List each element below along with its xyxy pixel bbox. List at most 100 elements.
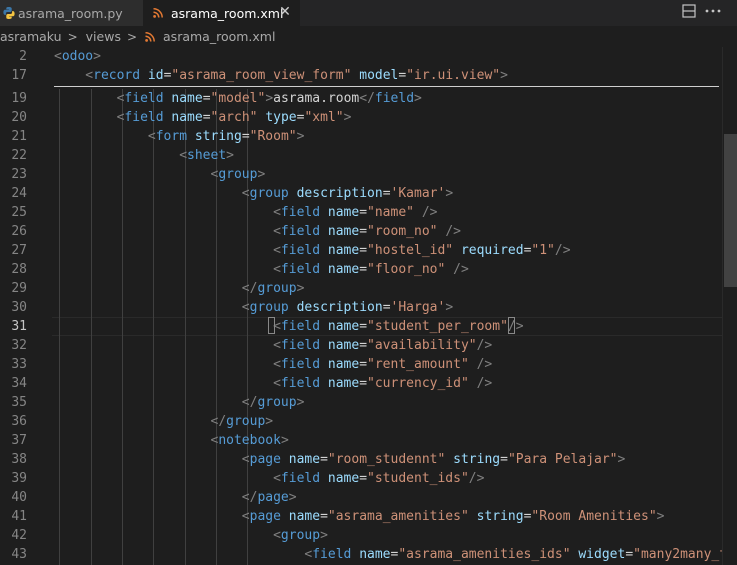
code-token: field: [280, 319, 321, 334]
code-line[interactable]: 42 <group>: [0, 526, 737, 545]
code-token: name: [327, 471, 360, 486]
tab-asrama-room-xml[interactable]: asrama_room.xml ✕: [143, 0, 300, 26]
code-token: <: [273, 224, 281, 239]
breadcrumb: asramaku > views > asrama_room.xml: [0, 26, 737, 47]
code-line[interactable]: 40 </page>: [0, 488, 737, 507]
code-line[interactable]: 33 <field name="rent_amount" />: [0, 355, 737, 374]
code-token: >: [500, 68, 508, 83]
code-token: name: [327, 224, 360, 239]
code-line[interactable]: 39 <field name="student_ids"/>: [0, 469, 737, 488]
code-line[interactable]: 41 <page name="asrama_amenities" string="…: [0, 507, 737, 526]
code-token: =: [320, 509, 328, 524]
code-token: =: [359, 319, 368, 334]
code-token: <: [241, 509, 250, 524]
code-line[interactable]: 35 </group>: [0, 393, 737, 412]
code-line[interactable]: 38 <page name="room_studennt" string="Par…: [0, 450, 737, 469]
code-line[interactable]: 32 <field name="availability"/>: [0, 336, 737, 355]
code-token: name: [327, 205, 360, 220]
code-token: >: [257, 167, 266, 182]
code-line[interactable]: 24 <group description='Kamar'>: [0, 184, 737, 203]
code-token: />: [476, 357, 493, 372]
code-line[interactable]: 34 <field name="currency_id" />: [0, 374, 737, 393]
code-line[interactable]: 30 <group description='Harga'>: [0, 298, 737, 317]
split-editor-icon[interactable]: [678, 0, 700, 22]
code-token: asrama.room: [273, 91, 360, 106]
breadcrumb-separator: >: [126, 29, 138, 44]
line-number: 38: [11, 452, 27, 467]
code-token: field: [124, 110, 164, 125]
code-text: <page name="asrama_amenities" string="Ro…: [242, 507, 665, 526]
code-token: <: [273, 471, 281, 486]
code-token: "name": [367, 205, 414, 220]
breadcrumb-file[interactable]: asrama_room.xml: [145, 29, 275, 44]
code-line[interactable]: 23 <group>: [0, 165, 737, 184]
code-token: group: [249, 300, 289, 315]
tab-asrama-room-py[interactable]: asrama_room.py: [0, 0, 143, 26]
tab-label: asrama_room.py: [18, 5, 123, 21]
code-token: =: [382, 186, 391, 201]
code-token: </: [241, 281, 258, 296]
code-token: field: [280, 357, 321, 372]
line-number: 25: [11, 205, 27, 220]
code-line[interactable]: 22 <sheet>: [0, 146, 737, 165]
code-token: description: [296, 300, 383, 315]
bracket-match-close: [508, 317, 515, 334]
breadcrumb-folder-asramaku[interactable]: asramaku: [0, 29, 62, 44]
code-text: <group>: [211, 165, 266, 184]
code-token: >: [265, 91, 274, 106]
code-token: =: [202, 91, 211, 106]
breadcrumb-folder-views[interactable]: views: [86, 29, 121, 44]
line-number: 41: [11, 509, 27, 524]
code-line[interactable]: 28 <field name="floor_no" />: [0, 260, 737, 279]
code-token: group: [280, 528, 321, 543]
code-token: />: [476, 338, 493, 353]
code-token: "room_no": [367, 224, 438, 239]
code-token: >: [414, 91, 422, 106]
more-actions-icon[interactable]: [702, 0, 724, 22]
code-line[interactable]: 31 <field name="student_per_room"/>: [0, 317, 737, 336]
code-token: type: [265, 110, 297, 125]
code-token: field: [280, 243, 321, 258]
code-token: >: [265, 414, 274, 429]
scrollbar-thumb[interactable]: [724, 134, 737, 287]
vertical-scrollbar[interactable]: [722, 47, 737, 565]
code-token: sheet: [187, 148, 227, 163]
code-token: group: [249, 186, 289, 201]
line-number: 19: [11, 91, 27, 106]
code-token: odoo: [61, 49, 94, 64]
code-line[interactable]: 21 <form string="Room">: [0, 127, 737, 146]
code-token: >: [445, 186, 454, 201]
code-token: <: [273, 357, 281, 372]
code-line[interactable]: 29 </group>: [0, 279, 737, 298]
code-line[interactable]: 25 <field name="name" />: [0, 203, 737, 222]
code-line[interactable]: 26 <field name="room_no" />: [0, 222, 737, 241]
code-line[interactable]: 19 <field name="model">asrama.room</field…: [0, 89, 737, 108]
code-line[interactable]: 17 <record id="asrama_room_view_form" mod…: [0, 66, 737, 85]
close-icon[interactable]: ✕: [278, 5, 292, 19]
code-token: "asrama_amenities_ids": [398, 547, 571, 562]
code-line[interactable]: 37 <notebook>: [0, 431, 737, 450]
code-token: >: [288, 490, 297, 505]
code-token: "model": [210, 91, 266, 106]
code-editor[interactable]: 2 <odoo> 17 <record id="asrama_room_view_fo…: [0, 47, 737, 565]
code-token: name: [327, 357, 360, 372]
code-token: <: [241, 300, 250, 315]
code-line[interactable]: 43 <field name="asrama_amenities_ids" wid…: [0, 545, 737, 564]
code-token: "asrama_amenities": [327, 509, 469, 524]
line-number: 37: [11, 433, 27, 448]
code-line[interactable]: 36 </group>: [0, 412, 737, 431]
line-number: 17: [11, 68, 27, 83]
code-line[interactable]: 20 <field name="arch" type="xml">: [0, 108, 737, 127]
code-token: =: [359, 338, 368, 353]
code-text: </group>: [242, 393, 305, 412]
code-token: =: [359, 262, 368, 277]
code-line[interactable]: 2 <odoo>: [0, 47, 737, 66]
code-line[interactable]: 27 <field name="hostel_id" required="1"/>: [0, 241, 737, 260]
